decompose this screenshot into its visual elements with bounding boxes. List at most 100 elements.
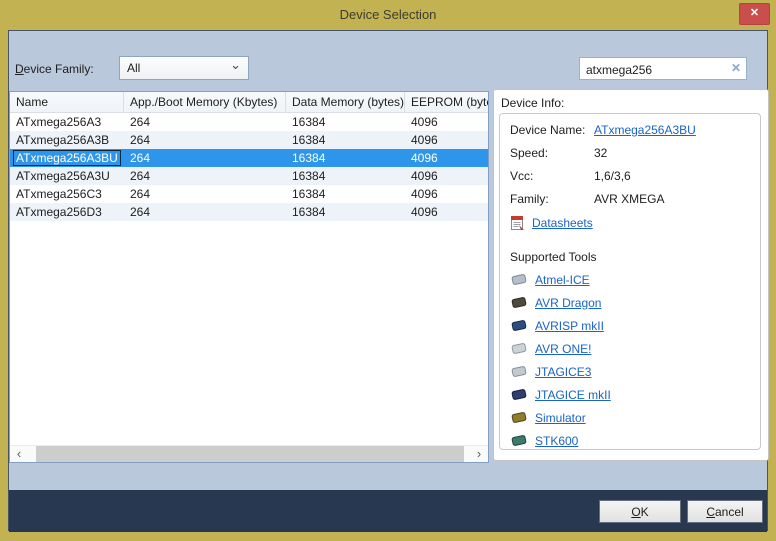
eeprom-cell: 4096 — [405, 149, 489, 167]
title-bar: Device Selection — [0, 0, 776, 30]
data-memory-cell: 16384 — [286, 203, 405, 221]
device-family-label: Device Family: — [15, 62, 94, 76]
ok-button[interactable]: OK — [599, 500, 681, 523]
tool-item: JTAGICE mkII — [510, 383, 760, 406]
tool-link[interactable]: STK600 — [535, 434, 578, 448]
table-row[interactable]: ATxmega256A3B264163844096 — [10, 131, 488, 149]
vcc-value: 1,6/3,6 — [594, 169, 631, 183]
scroll-right-arrow-icon[interactable]: › — [470, 446, 488, 462]
family-row: Family: AVR XMEGA — [510, 192, 760, 206]
tool-item: STK600 — [510, 429, 760, 450]
dialog-body: Device Family: All ⌄ ✕ Name App./Boot Me… — [8, 30, 768, 531]
pdf-icon — [510, 215, 525, 231]
atmel-ice-icon — [510, 272, 528, 287]
jtagice-mkii-icon — [510, 387, 528, 402]
dialog-content: Device Family: All ⌄ ✕ Name App./Boot Me… — [9, 31, 767, 490]
column-header-app-boot-memory[interactable]: App./Boot Memory (Kbytes) — [124, 92, 286, 112]
app-boot-memory-cell: 264 — [124, 131, 286, 149]
close-button[interactable]: ✕ — [739, 3, 770, 25]
avrisp-mkii-icon — [510, 318, 528, 333]
app-boot-memory-cell: 264 — [124, 185, 286, 203]
tool-item: AVRISP mkII — [510, 314, 760, 337]
speed-value: 32 — [594, 146, 607, 160]
device-family-dropdown[interactable]: All ⌄ — [119, 56, 249, 80]
device-table: Name App./Boot Memory (Kbytes) Data Memo… — [9, 91, 489, 463]
table-row[interactable]: ATxmega256D3264163844096 — [10, 203, 488, 221]
device-name-label: Device Name: — [510, 123, 594, 137]
simulator-icon — [510, 410, 528, 425]
tool-link[interactable]: Atmel-ICE — [535, 273, 590, 287]
chevron-down-icon: ⌄ — [230, 54, 241, 76]
supported-tools-title: Supported Tools — [510, 250, 760, 264]
eeprom-cell: 4096 — [405, 167, 489, 185]
app-boot-memory-cell: 264 — [124, 113, 286, 131]
scrollbar-thumb[interactable] — [36, 446, 464, 462]
device-name-cell: ATxmega256A3B — [10, 131, 124, 149]
device-name-cell: ATxmega256A3U — [10, 167, 124, 185]
tool-item: Atmel-ICE — [510, 268, 760, 291]
family-label: Family: — [510, 192, 594, 206]
cancel-button[interactable]: Cancel — [687, 500, 763, 523]
tool-item: JTAGICE3 — [510, 360, 760, 383]
datasheets-row: Datasheets — [510, 215, 760, 231]
data-memory-cell: 16384 — [286, 185, 405, 203]
data-memory-cell: 16384 — [286, 113, 405, 131]
eeprom-cell: 4096 — [405, 113, 489, 131]
table-row[interactable]: ATxmega256A3264163844096 — [10, 113, 488, 131]
avr-one-icon — [510, 341, 528, 356]
device-search-input[interactable] — [584, 59, 726, 80]
device-info-panel: Device Info: Device Name: ATxmega256A3BU… — [493, 89, 769, 461]
device-name-cell: ATxmega256D3 — [10, 203, 124, 221]
device-table-header: Name App./Boot Memory (Kbytes) Data Memo… — [10, 92, 488, 113]
tool-link[interactable]: AVR ONE! — [535, 342, 591, 356]
app-boot-memory-cell: 264 — [124, 167, 286, 185]
device-info-title: Device Info: — [501, 96, 768, 110]
device-name-row: Device Name: ATxmega256A3BU — [510, 123, 760, 137]
device-name-cell: ATxmega256A3 — [10, 113, 124, 131]
tool-item: AVR ONE! — [510, 337, 760, 360]
data-memory-cell: 16384 — [286, 149, 405, 167]
app-boot-memory-cell: 264 — [124, 203, 286, 221]
window-title: Device Selection — [340, 7, 437, 22]
table-row[interactable]: ATxmega256C3264163844096 — [10, 185, 488, 203]
supported-tools-list: Atmel-ICE AVR Dragon AVRISP mkII AVR ONE! JT… — [510, 268, 760, 450]
column-header-eeprom[interactable]: EEPROM (bytes) — [405, 92, 489, 112]
data-memory-cell: 16384 — [286, 131, 405, 149]
eeprom-cell: 4096 — [405, 203, 489, 221]
close-icon: ✕ — [750, 7, 759, 19]
eeprom-cell: 4096 — [405, 185, 489, 203]
speed-row: Speed: 32 — [510, 146, 760, 160]
search-clear-icon[interactable]: ✕ — [731, 61, 741, 75]
data-memory-cell: 16384 — [286, 167, 405, 185]
device-search-box: ✕ — [579, 57, 747, 80]
tool-link[interactable]: AVRISP mkII — [535, 319, 604, 333]
datasheets-link[interactable]: Datasheets — [532, 216, 593, 230]
avr-dragon-icon — [510, 295, 528, 310]
tool-link[interactable]: Simulator — [535, 411, 586, 425]
device-info-box: Device Name: ATxmega256A3BU Speed: 32 Vc… — [499, 113, 761, 450]
family-value: AVR XMEGA — [594, 192, 664, 206]
device-name-link[interactable]: ATxmega256A3BU — [594, 123, 696, 137]
table-row[interactable]: ATxmega256A3BU264163844096 — [10, 149, 488, 167]
app-boot-memory-cell: 264 — [124, 149, 286, 167]
tool-item: AVR Dragon — [510, 291, 760, 314]
vcc-label: Vcc: — [510, 169, 594, 183]
scroll-left-arrow-icon[interactable]: ‹ — [10, 446, 28, 462]
column-header-data-memory[interactable]: Data Memory (bytes) — [286, 92, 405, 112]
vcc-row: Vcc: 1,6/3,6 — [510, 169, 760, 183]
tool-item: Simulator — [510, 406, 760, 429]
table-row[interactable]: ATxmega256A3U264163844096 — [10, 167, 488, 185]
device-family-selected-value: All — [127, 61, 140, 75]
device-table-rows: ATxmega256A3264163844096ATxmega256A3B264… — [10, 113, 488, 221]
tool-link[interactable]: JTAGICE3 — [535, 365, 591, 379]
stk600-icon — [510, 433, 528, 448]
tool-link[interactable]: AVR Dragon — [535, 296, 601, 310]
eeprom-cell: 4096 — [405, 131, 489, 149]
column-header-name[interactable]: Name — [10, 92, 124, 112]
tool-link[interactable]: JTAGICE mkII — [535, 388, 611, 402]
device-name-cell: ATxmega256A3BU — [10, 149, 124, 167]
speed-label: Speed: — [510, 146, 594, 160]
jtagice3-icon — [510, 364, 528, 379]
horizontal-scrollbar[interactable]: ‹ › — [10, 445, 488, 462]
device-name-cell: ATxmega256C3 — [10, 185, 124, 203]
